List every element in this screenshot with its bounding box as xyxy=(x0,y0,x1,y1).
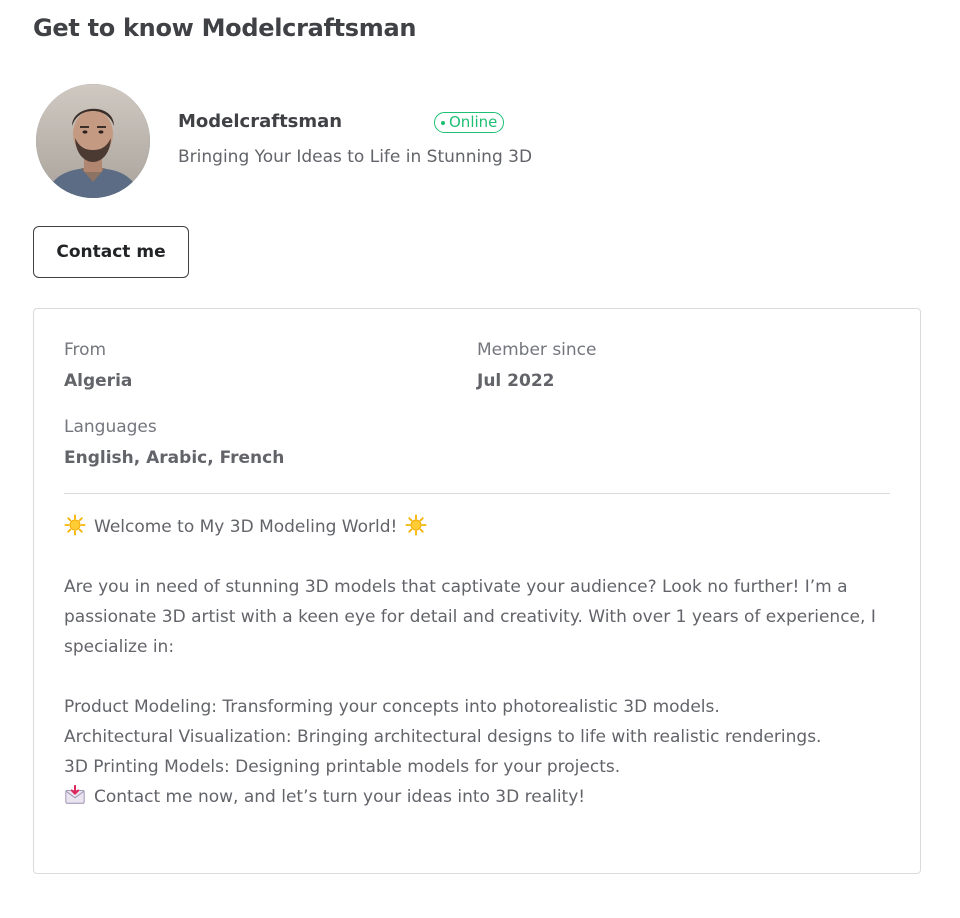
languages-value: English, Arabic, French xyxy=(64,448,285,468)
member-since-label: Member since xyxy=(477,340,597,360)
avatar-portrait-icon xyxy=(36,84,150,198)
contact-me-button[interactable]: Contact me xyxy=(33,226,189,278)
seller-description: Welcome to My 3D Modeling World! Are you… xyxy=(64,512,894,812)
seller-info-card: From Algeria Member since Jul 2022 Langu… xyxy=(33,308,921,874)
service-item: 3D Printing Models: Designing printable … xyxy=(64,757,621,777)
service-item: Product Modeling: Transforming your conc… xyxy=(64,697,720,717)
divider xyxy=(64,493,890,494)
seller-name[interactable]: Modelcraftsman xyxy=(178,111,342,132)
online-status-label: Online xyxy=(449,113,498,131)
avatar[interactable] xyxy=(36,84,150,198)
seller-tagline: Bringing Your Ideas to Life in Stunning … xyxy=(178,147,533,167)
sun-icon xyxy=(405,514,427,536)
service-item: Architectural Visualization: Bringing ar… xyxy=(64,727,822,747)
from-label: From xyxy=(64,340,107,360)
languages-label: Languages xyxy=(64,417,157,437)
cta-text: Contact me now, and let’s turn your idea… xyxy=(94,787,586,807)
cta-line: Contact me now, and let’s turn your idea… xyxy=(64,782,894,812)
online-status-badge: Online xyxy=(434,112,505,133)
intro-paragraph: Are you in need of stunning 3D models th… xyxy=(64,577,876,657)
page-title: Get to know Modelcraftsman xyxy=(33,14,417,42)
welcome-line: Welcome to My 3D Modeling World! xyxy=(64,512,894,542)
welcome-text: Welcome to My 3D Modeling World! xyxy=(94,517,398,537)
envelope-download-icon xyxy=(65,784,85,804)
online-dot-icon xyxy=(441,120,445,125)
member-since-value: Jul 2022 xyxy=(477,371,555,391)
sun-icon xyxy=(64,514,86,536)
from-value: Algeria xyxy=(64,371,133,391)
